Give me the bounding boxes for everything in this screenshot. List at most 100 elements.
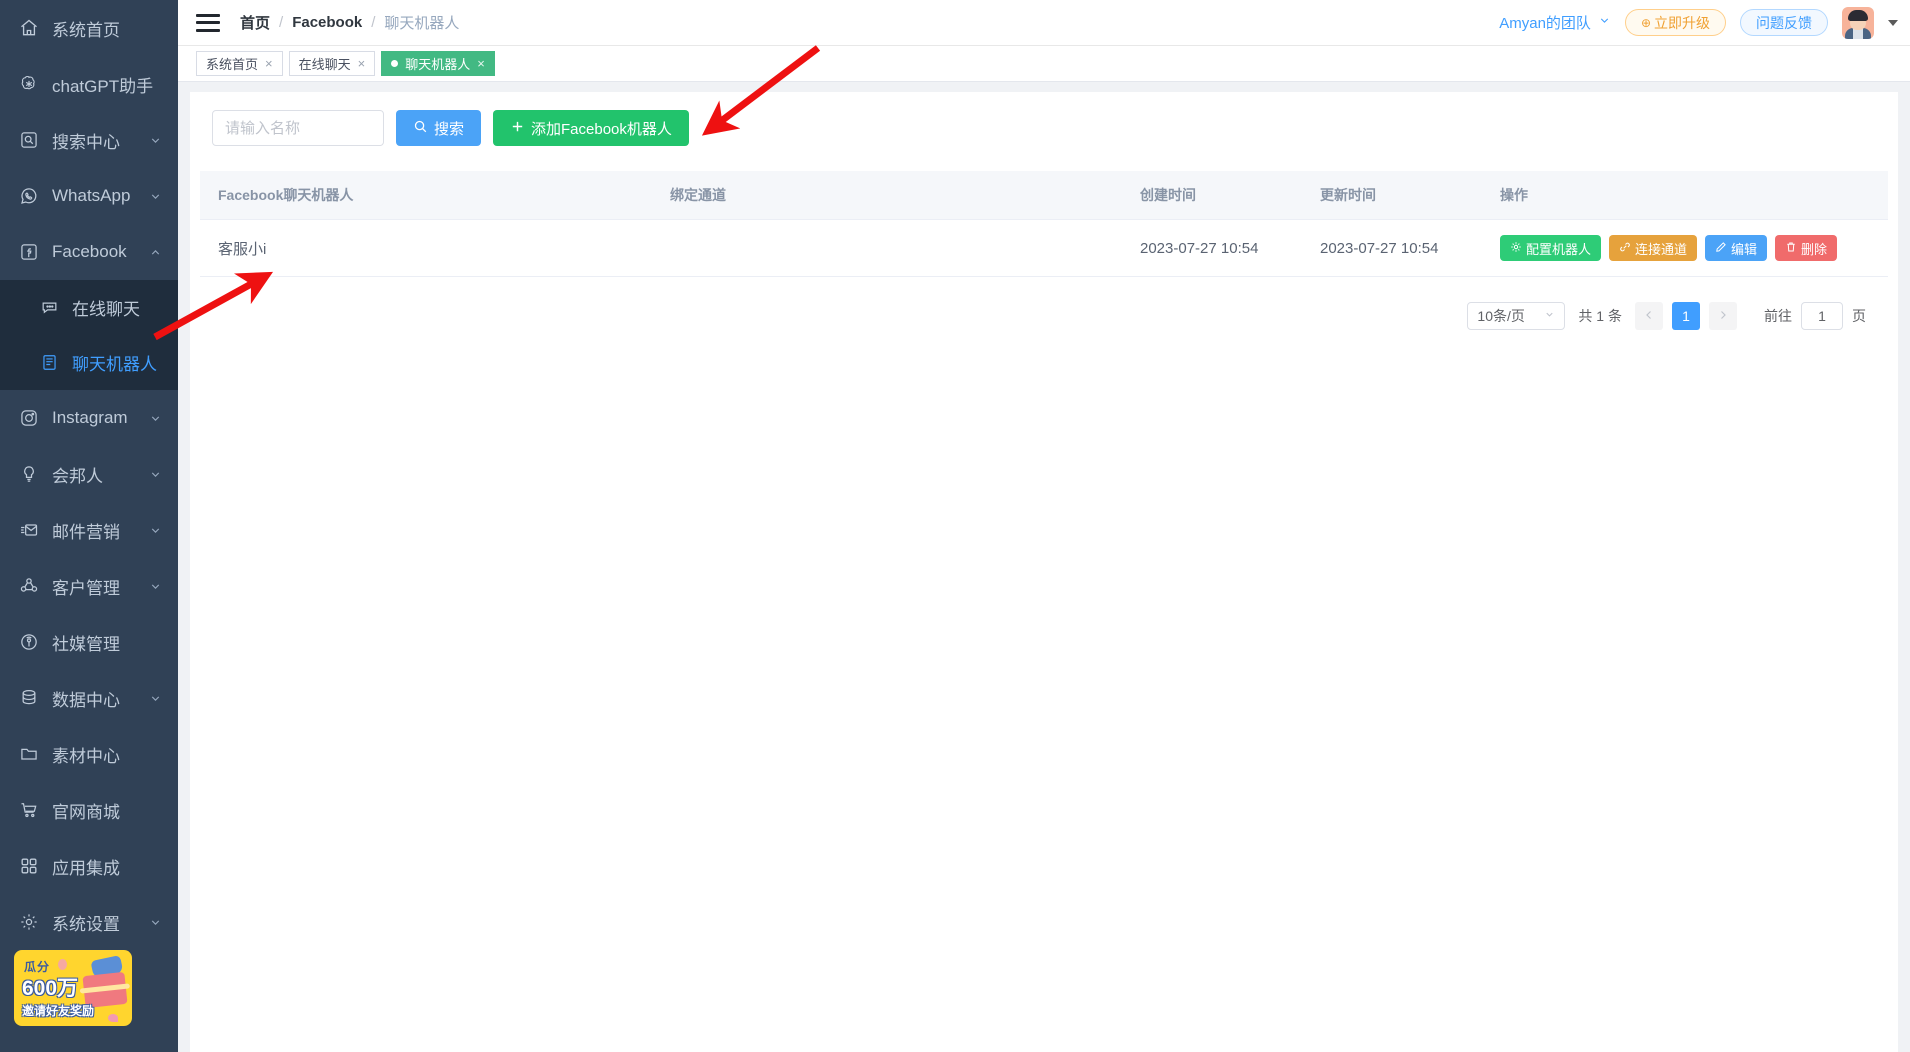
chevron-left-icon xyxy=(1643,309,1655,324)
sidebar-item-huibangren[interactable]: 会邦人 xyxy=(0,446,178,502)
facebook-submenu: 在线聊天 聊天机器人 xyxy=(0,280,178,390)
close-icon[interactable]: × xyxy=(358,57,366,70)
pagination: 10条/页 共 1 条 1 前往 1 页 xyxy=(200,277,1888,330)
connect-channel-button[interactable]: 连接通道 xyxy=(1609,235,1698,261)
sidebar-item-social-media[interactable]: 社媒管理 xyxy=(0,614,178,670)
search-icon xyxy=(413,119,428,138)
close-icon[interactable]: × xyxy=(477,57,485,70)
promo-banner[interactable]: 瓜分 600万 邀请好友奖励 xyxy=(14,950,132,1026)
sidebar-item-label: 社媒管理 xyxy=(52,634,120,654)
sidebar-item-chatgpt[interactable]: chatGPT助手 xyxy=(0,56,178,112)
trash-icon xyxy=(1785,241,1797,256)
table-head: Facebook聊天机器人 绑定通道 创建时间 更新时间 操作 xyxy=(200,171,1888,220)
cell-updated-time: 2023-07-27 10:54 xyxy=(1320,219,1500,277)
column-header-channel: 绑定通道 xyxy=(670,171,1140,220)
sidebar-item-chatbot[interactable]: 聊天机器人 xyxy=(0,335,178,390)
chat-bubble-icon xyxy=(38,297,60,319)
search-input[interactable] xyxy=(212,110,384,146)
tabs-bar: 系统首页 × 在线聊天 × 聊天机器人 × xyxy=(178,46,1910,82)
user-menu-caret-icon[interactable] xyxy=(1888,19,1898,26)
sidebar-item-app-integration[interactable]: 应用集成 xyxy=(0,838,178,894)
page-size-select[interactable]: 10条/页 xyxy=(1467,302,1566,330)
table-row[interactable]: 客服小i 2023-07-27 10:54 2023-07-27 10:54 配… xyxy=(200,219,1888,277)
configure-bot-button[interactable]: 配置机器人 xyxy=(1500,235,1602,261)
search-button-label: 搜索 xyxy=(434,120,465,138)
prev-page-button[interactable] xyxy=(1635,302,1663,330)
sidebar-item-material-center[interactable]: 素材中心 xyxy=(0,726,178,782)
avatar[interactable] xyxy=(1842,6,1874,39)
sidebar-item-instagram[interactable]: Instagram xyxy=(0,390,178,446)
edit-button[interactable]: 编辑 xyxy=(1705,235,1768,261)
sidebar-item-label: Facebook xyxy=(52,242,127,261)
sidebar-item-label: 数据中心 xyxy=(52,690,120,710)
sidebar-item-label: 搜索中心 xyxy=(52,132,120,152)
cell-bot-name: 客服小i xyxy=(200,219,670,277)
sidebar-item-label: 系统首页 xyxy=(52,20,120,40)
sidebar-item-email-marketing[interactable]: 邮件营销 xyxy=(0,502,178,558)
chevron-down-icon xyxy=(148,411,162,425)
add-facebook-bot-button[interactable]: 添加Facebook机器人 xyxy=(493,110,689,146)
feedback-button[interactable]: 问题反馈 xyxy=(1740,9,1828,36)
sidebar-item-label: 聊天机器人 xyxy=(72,355,157,374)
upgrade-button[interactable]: ⊕ 立即升级 xyxy=(1624,9,1726,36)
chevron-down-icon xyxy=(148,189,162,203)
breadcrumb-separator: / xyxy=(371,14,376,31)
sidebar-item-online-chat[interactable]: 在线聊天 xyxy=(0,280,178,335)
gear-icon xyxy=(1510,241,1522,256)
sidebar-item-customer-management[interactable]: 客户管理 xyxy=(0,558,178,614)
mail-send-icon xyxy=(18,519,40,541)
sidebar-item-label: 在线聊天 xyxy=(72,300,140,319)
whatsapp-icon xyxy=(18,185,40,207)
facebook-icon xyxy=(18,241,40,263)
app-root: 系统首页 chatGPT助手 搜索中心 WhatsApp Facebook 在线… xyxy=(0,0,1910,1052)
search-button[interactable]: 搜索 xyxy=(396,110,482,146)
sidebar-item-label: WhatsApp xyxy=(52,186,131,205)
row-action-group: 配置机器人 连接通道 编辑 删除 xyxy=(1500,235,1888,261)
chevron-down-icon xyxy=(148,133,162,147)
configure-bot-label: 配置机器人 xyxy=(1526,241,1592,257)
sidebar-item-label: Instagram xyxy=(52,408,128,427)
next-page-button[interactable] xyxy=(1709,302,1737,330)
pencil-icon xyxy=(1715,241,1727,256)
hamburger-icon[interactable] xyxy=(196,13,220,32)
upgrade-label: 立即升级 xyxy=(1654,14,1710,31)
upgrade-icon: ⊕ xyxy=(1640,15,1651,30)
delete-button[interactable]: 删除 xyxy=(1775,235,1838,261)
sidebar-item-data-center[interactable]: 数据中心 xyxy=(0,670,178,726)
content-area: 搜索 添加Facebook机器人 Facebook聊天机器人 绑定通道 xyxy=(178,82,1910,1052)
page-unit-label: 页 xyxy=(1852,308,1866,324)
sidebar-item-whatsapp[interactable]: WhatsApp xyxy=(0,168,178,224)
chevron-down-icon xyxy=(148,523,162,537)
chevron-down-icon xyxy=(148,467,162,481)
tab-chatbot[interactable]: 聊天机器人 × xyxy=(381,51,495,76)
sidebar-item-home[interactable]: 系统首页 xyxy=(0,0,178,56)
sidebar-item-system-settings[interactable]: 系统设置 xyxy=(0,894,178,950)
breadcrumb-item-home[interactable]: 首页 xyxy=(240,12,270,33)
add-button-label: 添加Facebook机器人 xyxy=(531,120,672,138)
sidebar-item-official-store[interactable]: 官网商城 xyxy=(0,782,178,838)
robot-list-icon xyxy=(38,352,60,374)
toolbar: 搜索 添加Facebook机器人 xyxy=(200,110,1888,146)
database-icon xyxy=(18,687,40,709)
team-selector[interactable]: Amyan的团队 xyxy=(1499,12,1611,33)
cell-channel xyxy=(670,219,1140,277)
breadcrumb: 首页 / Facebook / 聊天机器人 xyxy=(240,12,459,33)
bulb-icon xyxy=(18,463,40,485)
gear-icon xyxy=(18,911,40,933)
page-number-1[interactable]: 1 xyxy=(1672,302,1700,330)
column-header-created: 创建时间 xyxy=(1140,171,1320,220)
plus-icon xyxy=(510,119,525,138)
breadcrumb-item-chatbot: 聊天机器人 xyxy=(384,15,460,32)
tab-system-home[interactable]: 系统首页 × xyxy=(196,51,283,76)
sidebar-item-label: 客户管理 xyxy=(52,578,120,598)
breadcrumb-item-facebook[interactable]: Facebook xyxy=(292,14,362,31)
tab-online-chat[interactable]: 在线聊天 × xyxy=(288,51,376,76)
promo-line-2: 600万 xyxy=(22,977,79,1000)
goto-page-input[interactable] xyxy=(1801,302,1843,330)
home-icon xyxy=(18,17,40,39)
close-icon[interactable]: × xyxy=(265,57,273,70)
feedback-label: 问题反馈 xyxy=(1756,14,1812,31)
sidebar-item-search-center[interactable]: 搜索中心 xyxy=(0,112,178,168)
sidebar-item-facebook[interactable]: Facebook xyxy=(0,224,178,280)
broadcast-icon xyxy=(18,631,40,653)
